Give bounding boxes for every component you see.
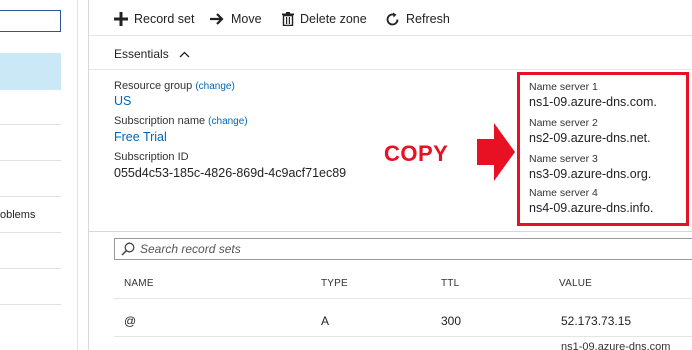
essentials-title: Essentials — [114, 47, 169, 61]
column-header-type[interactable]: TYPE — [321, 278, 348, 289]
search-record-sets-input[interactable] — [140, 242, 640, 256]
plus-icon — [114, 12, 128, 26]
arrow-right-icon — [209, 12, 225, 26]
sidebar-divider — [0, 268, 61, 269]
name-server-2-label: Name server 2 — [529, 117, 598, 129]
divider — [89, 231, 692, 232]
resource-group-label: Resource group (change) — [114, 80, 235, 92]
copy-annotation: COPY — [384, 141, 449, 166]
subscription-id-value: 055d4c53-185c-4826-869d-4c9acf71ec89 — [114, 166, 347, 180]
subscription-id-label: Subscription ID — [114, 151, 189, 163]
resource-group-change-link[interactable]: (change) — [195, 81, 234, 92]
row-1-name[interactable]: @ — [124, 314, 136, 328]
column-header-value[interactable]: VALUE — [559, 278, 592, 289]
column-header-ttl[interactable]: TTL — [441, 278, 459, 289]
resource-group-value[interactable]: US — [114, 94, 131, 108]
divider — [89, 69, 692, 70]
red-arrow-icon — [477, 123, 515, 181]
subscription-name-label: Subscription name (change) — [114, 115, 248, 127]
divider — [114, 336, 692, 337]
sidebar: oblems — [0, 0, 78, 350]
refresh-icon — [385, 12, 400, 27]
search-record-sets-box[interactable] — [114, 238, 692, 260]
chevron-up-icon — [179, 51, 190, 58]
delete-zone-label: Delete zone — [300, 12, 367, 26]
sidebar-divider — [0, 160, 61, 161]
add-record-set-button[interactable]: Record set — [114, 9, 194, 29]
move-label: Move — [231, 12, 262, 26]
name-server-4-value[interactable]: ns4-09.azure-dns.info. — [529, 201, 653, 215]
sidebar-divider — [0, 196, 61, 197]
row-2-value: ns1-09.azure-dns.com — [561, 341, 671, 350]
divider — [114, 298, 692, 299]
row-1-ttl: 300 — [441, 314, 462, 328]
name-server-1-value[interactable]: ns1-09.azure-dns.com. — [529, 95, 657, 109]
sidebar-divider — [0, 304, 61, 305]
command-bar: Record set Move Delete zone Refresh — [89, 0, 692, 36]
move-button[interactable]: Move — [209, 9, 262, 29]
name-server-3-value[interactable]: ns3-09.azure-dns.org. — [529, 167, 651, 181]
refresh-label: Refresh — [406, 12, 450, 26]
dns-zone-blade: Record set Move Delete zone Refresh Esse… — [88, 0, 692, 350]
sidebar-divider — [0, 232, 61, 233]
delete-zone-button[interactable]: Delete zone — [282, 9, 367, 29]
column-header-name[interactable]: NAME — [124, 278, 154, 289]
sidebar-filter-input[interactable] — [0, 10, 61, 32]
refresh-button[interactable]: Refresh — [385, 9, 450, 29]
sidebar-divider — [0, 124, 61, 125]
sidebar-item-problems[interactable]: oblems — [0, 209, 35, 221]
subscription-name-value[interactable]: Free Trial — [114, 130, 167, 144]
name-server-3-label: Name server 3 — [529, 153, 598, 165]
sidebar-item-selected[interactable] — [0, 53, 61, 90]
trash-icon — [282, 12, 294, 27]
name-servers-highlight: Name server 1 ns1-09.azure-dns.com. Name… — [517, 72, 689, 226]
name-server-2-value[interactable]: ns2-09.azure-dns.net. — [529, 131, 651, 145]
row-1-type: A — [321, 314, 330, 328]
search-icon — [121, 242, 135, 256]
essentials-toggle[interactable]: Essentials — [114, 47, 190, 61]
row-1-value: 52.173.73.15 — [561, 314, 632, 328]
subscription-change-link[interactable]: (change) — [208, 116, 247, 127]
name-server-4-label: Name server 4 — [529, 187, 598, 199]
name-server-1-label: Name server 1 — [529, 81, 598, 93]
add-record-set-label: Record set — [134, 12, 195, 26]
